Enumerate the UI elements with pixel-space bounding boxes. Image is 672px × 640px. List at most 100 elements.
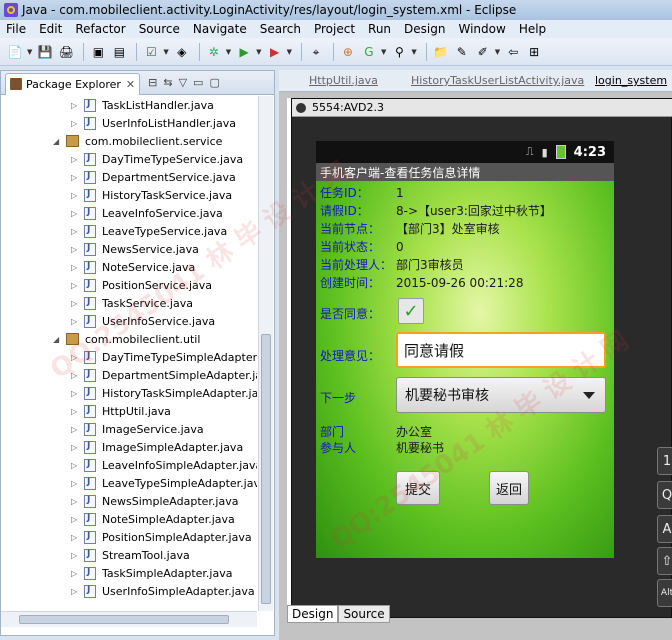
expander-icon[interactable]: ▷: [71, 101, 81, 110]
tree-file[interactable]: ▷ HistoryTaskService.java: [71, 186, 232, 204]
tree-vertical-scrollbar[interactable]: [258, 96, 273, 611]
annotation-icon[interactable]: ✎: [453, 43, 471, 61]
perspective-icon[interactable]: ⊞: [525, 43, 543, 61]
menu-window[interactable]: Window: [458, 22, 505, 36]
pen-icon[interactable]: ✐: [474, 43, 492, 61]
key-a[interactable]: A: [657, 515, 672, 543]
back-arrow-icon[interactable]: ⇦: [504, 43, 522, 61]
tree-file[interactable]: ▷ TaskService.java: [71, 294, 193, 312]
expander-icon[interactable]: ▷: [71, 371, 81, 380]
package-tree[interactable]: ▷ TaskListHandler.java ▷ UserInfoListHandle…: [1, 96, 257, 611]
checkbox-icon[interactable]: ☑: [142, 43, 160, 61]
search-icon[interactable]: ⚲: [390, 43, 408, 61]
tree-file[interactable]: ▷ TaskListHandler.java: [71, 96, 214, 114]
new-file-icon[interactable]: 📄: [6, 43, 24, 61]
android-sdk-icon[interactable]: ▣: [89, 43, 107, 61]
tree-file[interactable]: ▷ NoteService.java: [71, 258, 195, 276]
tree-file[interactable]: ▷ PositionSimpleAdapter.java: [71, 528, 252, 546]
new-class-icon[interactable]: ⊕: [339, 43, 357, 61]
link-editor-icon[interactable]: ⇆: [163, 76, 172, 89]
expander-icon[interactable]: ▷: [71, 317, 81, 326]
menu-refactor[interactable]: Refactor: [75, 22, 125, 36]
expander-icon[interactable]: ▷: [71, 389, 81, 398]
menu-source[interactable]: Source: [139, 22, 180, 36]
close-icon[interactable]: ✕: [126, 78, 135, 91]
tab-history-task-user-list[interactable]: HistoryTaskUserListActivity.java: [411, 74, 584, 92]
opinion-input[interactable]: 同意请假: [396, 332, 606, 368]
tree-file[interactable]: ▷ NewsService.java: [71, 240, 199, 258]
tree-file[interactable]: ▷ HistoryTaskSimpleAdapter.java: [71, 384, 257, 402]
tree-file[interactable]: ▷ ImageService.java: [71, 420, 204, 438]
tree-file[interactable]: ▷ DayTimeTypeSimpleAdapter.j: [71, 348, 257, 366]
tab-httputil[interactable]: HttpUtil.java: [309, 74, 378, 92]
key-alt[interactable]: Alt: [657, 579, 672, 607]
submit-button[interactable]: 提交: [396, 471, 440, 505]
open-type-icon[interactable]: ⌖: [307, 43, 325, 61]
tree-file[interactable]: ▷ LeaveInfoSimpleAdapter.java: [71, 456, 257, 474]
menu-project[interactable]: Project: [314, 22, 355, 36]
view-menu-icon[interactable]: ▽: [179, 76, 187, 89]
tree-file[interactable]: ▷ DayTimeTypeService.java: [71, 150, 243, 168]
tree-package[interactable]: ◢ com.mobileclient.util: [53, 330, 200, 348]
expander-icon[interactable]: ▷: [71, 281, 81, 290]
key-q[interactable]: Q: [657, 481, 672, 509]
tree-file[interactable]: ▷ TaskSimpleAdapter.java: [71, 564, 232, 582]
tree-file[interactable]: ▷ NoteSimpleAdapter.java: [71, 510, 235, 528]
tree-file[interactable]: ▷ StreamTool.java: [71, 546, 190, 564]
expander-icon[interactable]: ▷: [71, 227, 81, 236]
expander-icon[interactable]: ◢: [53, 137, 63, 146]
tree-file[interactable]: ▷ DepartmentService.java: [71, 168, 236, 186]
expander-icon[interactable]: ▷: [71, 191, 81, 200]
folder-icon[interactable]: 📁: [432, 43, 450, 61]
tree-file[interactable]: ▷ UserInfoSimpleAdapter.java: [71, 582, 255, 600]
tree-package[interactable]: ◢ com.mobileclient.service: [53, 132, 222, 150]
tab-package-explorer[interactable]: Package Explorer ✕: [5, 72, 141, 95]
expander-icon[interactable]: ▷: [71, 209, 81, 218]
tree-file[interactable]: ▷ PositionService.java: [71, 276, 212, 294]
expander-icon[interactable]: ◢: [53, 335, 63, 344]
android-avd-icon[interactable]: ▤: [110, 43, 128, 61]
generate-icon[interactable]: G: [360, 43, 378, 61]
menu-design[interactable]: Design: [404, 22, 445, 36]
tree-file[interactable]: ▷ HttpUtil.java: [71, 402, 171, 420]
minimize-icon[interactable]: ▭: [193, 76, 203, 89]
tree-file[interactable]: ▷ LeaveTypeService.java: [71, 222, 227, 240]
external-tools-icon[interactable]: ▶: [266, 43, 284, 61]
expander-icon[interactable]: ▷: [71, 551, 81, 560]
expander-icon[interactable]: ▷: [71, 245, 81, 254]
open-task-icon[interactable]: ◈: [173, 43, 191, 61]
key-1[interactable]: 1: [657, 447, 672, 475]
tree-file[interactable]: ▷ UserInfoService.java: [71, 312, 215, 330]
expander-icon[interactable]: ▷: [71, 155, 81, 164]
tree-file[interactable]: ▷ LeaveTypeSimpleAdapter.java: [71, 474, 257, 492]
expander-icon[interactable]: ▷: [71, 119, 81, 128]
menu-edit[interactable]: Edit: [39, 22, 62, 36]
scrollbar-thumb[interactable]: [19, 615, 229, 624]
menu-run[interactable]: Run: [368, 22, 391, 36]
expander-icon[interactable]: ▷: [71, 461, 81, 470]
expander-icon[interactable]: ▷: [71, 479, 81, 488]
collapse-all-icon[interactable]: ⊟: [148, 76, 157, 89]
expander-icon[interactable]: ▷: [71, 587, 81, 596]
key-shift[interactable]: ⇧: [657, 547, 672, 575]
agree-checkbox[interactable]: ✓: [398, 298, 424, 324]
run-icon[interactable]: ▶: [235, 43, 253, 61]
next-step-spinner[interactable]: 机要秘书审核: [396, 377, 606, 413]
tree-file[interactable]: ▷ DepartmentSimpleAdapter.java: [71, 366, 257, 384]
expander-icon[interactable]: ▷: [71, 443, 81, 452]
expander-icon[interactable]: ▷: [71, 263, 81, 272]
expander-icon[interactable]: ▷: [71, 407, 81, 416]
tree-file[interactable]: ▷ NewsSimpleAdapter.java: [71, 492, 238, 510]
menu-file[interactable]: File: [6, 22, 26, 36]
tree-horizontal-scrollbar[interactable]: [1, 611, 257, 627]
menu-help[interactable]: Help: [519, 22, 546, 36]
tab-source[interactable]: Source: [338, 605, 390, 623]
expander-icon[interactable]: ▷: [71, 533, 81, 542]
expander-icon[interactable]: ▷: [71, 425, 81, 434]
menu-navigate[interactable]: Navigate: [193, 22, 247, 36]
expander-icon[interactable]: ▷: [71, 497, 81, 506]
tab-login-system[interactable]: login_system: [595, 74, 667, 92]
tree-file[interactable]: ▷ UserInfoListHandler.java: [71, 114, 236, 132]
tab-design[interactable]: Design: [287, 605, 339, 623]
menu-search[interactable]: Search: [260, 22, 301, 36]
